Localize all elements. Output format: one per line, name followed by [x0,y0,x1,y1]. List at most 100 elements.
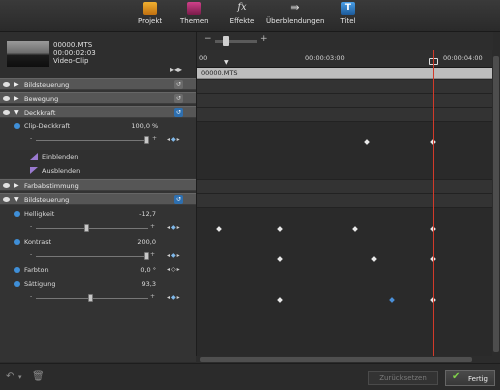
zoom-slider-handle[interactable] [223,36,229,46]
section-deckkraft[interactable]: ▼ Deckkraft ↺ [0,106,196,118]
eye-icon[interactable] [3,110,10,115]
ueberblendungen-button[interactable]: ⇛ Überblendungen [266,2,324,30]
param-value[interactable]: -12,7 [139,210,156,218]
section-title: Bildsteuerung [24,81,70,89]
keyframe-nav[interactable]: ◂◆▸ [167,294,181,301]
param-unit: % [152,122,159,130]
eye-icon[interactable] [3,197,10,202]
einblenden-button[interactable]: Einblenden [0,150,196,164]
keyframe-nav[interactable]: ◂◆▸ [167,224,181,231]
section-bildsteuerung[interactable]: ▼ Bildsteuerung ↺ [0,193,196,205]
eye-icon[interactable] [3,82,10,87]
bottom-bar: ↶ ▾ 🗑 Zurücksetzen ✔ Fertig [0,363,500,390]
themen-label: Themen [180,17,209,25]
horizontal-scrollbar[interactable] [196,356,492,363]
titel-label: Titel [340,17,356,25]
projekt-label: Projekt [138,17,163,25]
clip-lane-label: 00000.MTS [201,69,238,77]
zoom-out-icon[interactable]: − [204,34,212,44]
chevron-down-icon[interactable]: ▼ [14,196,19,203]
chevron-right-icon[interactable]: ▶ [14,182,19,189]
slider-track[interactable] [36,228,148,229]
slider-handle[interactable] [84,224,89,232]
playhead-start-marker[interactable]: ▼ [224,59,229,66]
reset-icon[interactable]: ↺ [174,80,183,89]
minus-icon: - [30,293,33,300]
vertical-scrollbar-thumb[interactable] [493,56,499,352]
slider-handle[interactable] [144,252,149,260]
clip-lane[interactable]: 00000.MTS [197,68,493,79]
slider-handle[interactable] [144,136,149,144]
keyframe-toggle-icon[interactable] [14,211,20,217]
ueberblendungen-label: Überblendungen [266,17,325,25]
section-bildsteuerung-collapsed[interactable]: ▶ Bildsteuerung ↺ [0,78,196,90]
param-value[interactable]: 93,3 [142,280,156,288]
playhead-line[interactable] [433,50,434,362]
lane-bildsteuerung-collapsed [197,80,493,94]
keyframe-nav[interactable]: ◂◆▸ [167,252,181,259]
param-value[interactable]: 200,0 [137,238,156,246]
keyframe-toggle-icon[interactable] [14,281,20,287]
slider-helligkeit[interactable]: - + ◂◆▸ [0,222,196,234]
eye-icon[interactable] [3,96,10,101]
dropdown-arrow-icon[interactable]: ▾ [18,373,22,381]
slider-track[interactable] [36,140,148,141]
undo-icon[interactable]: ↶ [6,371,14,382]
zoom-slider-track[interactable] [215,40,257,43]
param-label: Farbton [24,266,49,274]
eye-icon[interactable] [3,183,10,188]
chevron-right-icon[interactable]: ▶ [14,95,19,102]
time-ruler[interactable]: 00 ▼ 00:00:03:00 00:00:04:00 [197,50,493,68]
reset-icon[interactable]: ↺ [174,108,183,117]
minus-icon: - [30,135,33,142]
keyframe-toggle-icon[interactable] [14,123,20,129]
ausblenden-button[interactable]: Ausblenden [0,164,196,178]
titel-button[interactable]: T Titel [337,2,359,30]
projekt-button[interactable]: Projekt [138,2,162,30]
checkmark-icon: ✔ [452,371,461,382]
slider-track[interactable] [36,256,148,257]
titel-icon: T [341,2,355,15]
keyframe-toggle-icon[interactable] [14,267,20,273]
chevron-right-icon[interactable]: ▶ [14,81,19,88]
slider-clip-deckkraft[interactable]: - + ◂◆▸ [0,134,196,146]
trash-icon[interactable]: 🗑 [32,371,45,382]
keyframe-timeline[interactable]: − + 00 ▼ 00:00:03:00 00:00:04:00 00000.M… [196,32,493,362]
param-clip-deckkraft: Clip-Deckkraft 100,0 % [0,120,196,134]
zoom-in-icon[interactable]: + [260,34,268,44]
param-value[interactable]: 0,0 ° [140,266,156,274]
param-kontrast: Kontrast 200,0 [0,236,196,250]
minus-icon: - [30,223,33,230]
reset-icon[interactable]: ↺ [174,94,183,103]
keyframe-toggle-icon[interactable] [14,239,20,245]
keyframe-nav[interactable]: ◂◇▸ [167,266,181,273]
plus-icon: + [150,293,156,300]
themen-button[interactable]: Themen [180,2,209,30]
projekt-icon [143,2,157,15]
themen-icon [187,2,201,15]
ueberblendungen-icon: ⇛ [290,1,300,14]
effekte-button[interactable]: fx Effekte [229,2,255,30]
section-bewegung[interactable]: ▶ Bewegung ↺ [0,92,196,104]
reset-icon[interactable]: ↺ [174,195,183,204]
ausblenden-label: Ausblenden [42,167,81,175]
horizontal-scrollbar-thumb[interactable] [200,357,472,362]
param-value[interactable]: 100,0 [131,122,150,130]
param-saettigung: Sättigung 93,3 [0,278,196,292]
keyframe-nav[interactable]: ◂◆▸ [167,136,181,143]
section-farbabstimmung[interactable]: ▶ Farbabstimmung [0,179,196,191]
clip-details: 00000.MTS 00:00:02:03 Video-Clip [53,41,96,65]
clip-play-buttons[interactable]: ▸◂▸ [170,65,182,74]
chevron-down-icon[interactable]: ▼ [14,109,19,116]
slider-saettigung[interactable]: - + ◂◆▸ [0,292,196,304]
vertical-scrollbar[interactable] [492,50,500,362]
reset-button[interactable]: Zurücksetzen [368,371,438,385]
section-title: Farbabstimmung [24,182,79,190]
slider-handle[interactable] [88,294,93,302]
clip-info: 00000.MTS 00:00:02:03 Video-Clip ▸◂▸ [0,32,196,78]
slider-kontrast[interactable]: - + ◂◆▸ [0,250,196,262]
done-button[interactable]: ✔ Fertig [445,370,495,386]
lane-farbabstimmung [197,180,493,194]
lane-bewegung [197,94,493,108]
plus-icon: + [150,223,156,230]
